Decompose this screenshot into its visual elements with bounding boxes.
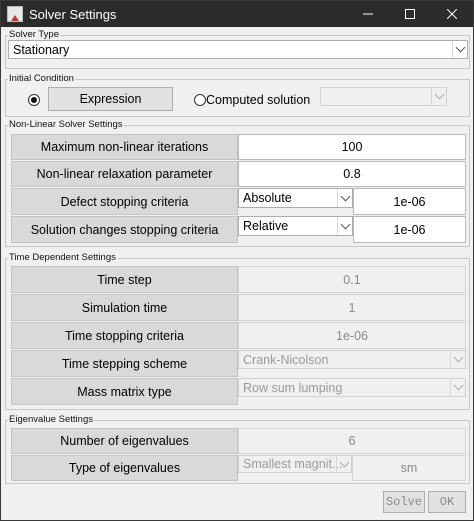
chevron-down-icon (431, 88, 446, 105)
changes-criteria-label: Solution changes stopping criteria (11, 216, 238, 243)
ok-button[interactable]: OK (428, 491, 466, 513)
eigenvalue-count-input[interactable]: 6 (238, 428, 466, 454)
close-button[interactable] (431, 1, 473, 27)
defect-mode-value: Absolute (243, 191, 292, 205)
solver-type-dropdown[interactable]: Stationary (8, 40, 468, 59)
relaxation-label: Non-linear relaxation parameter (11, 161, 238, 187)
maximize-button[interactable] (389, 1, 431, 27)
expression-button[interactable]: Expression (48, 87, 173, 111)
expression-radio[interactable] (28, 94, 40, 106)
mass-matrix-value: Row sum lumping (243, 380, 343, 395)
time-stop-criteria-label: Time stopping criteria (11, 322, 238, 349)
stepping-scheme-value: Crank-Nicolson (243, 352, 329, 367)
chevron-down-icon (337, 217, 352, 235)
initial-condition-label: Initial Condition (8, 73, 75, 84)
changes-mode-value: Relative (243, 219, 289, 233)
chevron-down-icon (337, 189, 352, 207)
title-bar[interactable]: Solver Settings (1, 1, 473, 27)
computed-solution-dropdown[interactable] (320, 87, 447, 106)
minimize-icon (363, 13, 373, 15)
stepping-scheme-dropdown[interactable]: Crank-Nicolson (238, 350, 466, 369)
computed-solution-label: Computed solution (206, 93, 311, 107)
solver-type-value: Stationary (13, 42, 70, 57)
max-iterations-label: Maximum non-linear iterations (11, 134, 238, 160)
time-step-input[interactable]: 0.1 (238, 266, 466, 293)
close-icon (447, 9, 457, 19)
app-icon (7, 6, 23, 22)
simulation-time-input[interactable]: 1 (238, 294, 466, 321)
minimize-button[interactable] (347, 1, 389, 27)
window-controls (347, 1, 473, 27)
time-stop-criteria-input[interactable]: 1e-06 (238, 322, 466, 349)
maximize-icon (405, 9, 415, 19)
chevron-down-icon (450, 351, 465, 368)
eigenvalue-type-dropdown[interactable]: Smallest magnit... (238, 455, 352, 473)
eigenvalue-type-value: Smallest magnit... (243, 457, 343, 471)
eigenvalue-label: Eigenvalue Settings (8, 414, 94, 425)
eigenvalue-code-input[interactable]: sm (352, 455, 466, 481)
chevron-down-icon (450, 379, 465, 396)
changes-mode-dropdown[interactable]: Relative (238, 216, 353, 236)
solve-button[interactable]: Solve (383, 491, 425, 513)
time-step-label: Time step (11, 266, 238, 293)
max-iterations-input[interactable]: 100 (238, 134, 466, 160)
time-dependent-label: Time Dependent Settings (8, 252, 117, 263)
nonlinear-label: Non-Linear Solver Settings (8, 119, 124, 130)
defect-mode-dropdown[interactable]: Absolute (238, 188, 353, 208)
computed-solution-radio[interactable] (194, 94, 206, 106)
mass-matrix-dropdown[interactable]: Row sum lumping (238, 378, 466, 397)
eigenvalue-count-label: Number of eigenvalues (11, 428, 238, 454)
chevron-down-icon (452, 41, 467, 58)
eigenvalue-type-label: Type of eigenvalues (11, 455, 238, 481)
relaxation-input[interactable]: 0.8 (238, 161, 466, 187)
stepping-scheme-label: Time stepping scheme (11, 350, 238, 377)
solver-settings-window: Solver Settings Solver Type Stationary I… (0, 0, 474, 521)
changes-value-input[interactable]: 1e-06 (353, 216, 466, 243)
mass-matrix-label: Mass matrix type (11, 378, 238, 405)
window-title: Solver Settings (29, 6, 117, 22)
defect-value-input[interactable]: 1e-06 (353, 188, 466, 215)
chevron-down-icon (336, 456, 351, 472)
solver-type-label: Solver Type (8, 29, 60, 40)
defect-criteria-label: Defect stopping criteria (11, 188, 238, 215)
simulation-time-label: Simulation time (11, 294, 238, 321)
